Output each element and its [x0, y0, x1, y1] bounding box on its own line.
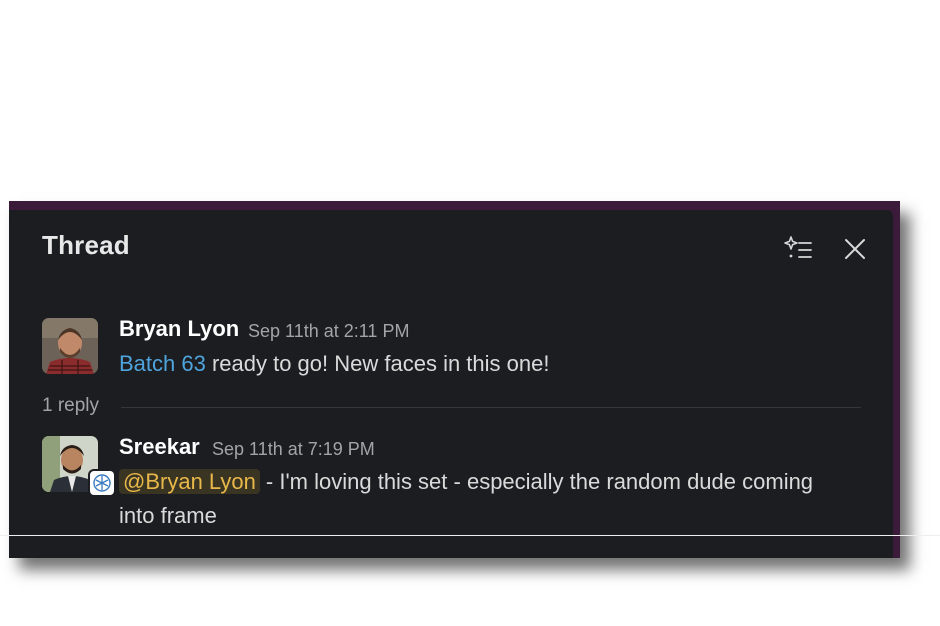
thread-panel: Thread Bryan Lyon Sep 11th at 2:11 PM Ba… [9, 210, 893, 558]
author-name[interactable]: Sreekar [119, 434, 200, 460]
message-timestamp[interactable]: Sep 11th at 7:19 PM [212, 439, 375, 460]
reply-count: 1 reply [42, 395, 100, 416]
author-name[interactable]: Bryan Lyon [119, 316, 239, 342]
bryan-avatar-image [42, 318, 98, 374]
sparkle-list-icon[interactable] [783, 234, 813, 264]
close-icon[interactable] [840, 234, 870, 264]
replies-divider [121, 407, 861, 408]
batch-link[interactable]: Batch 63 [119, 351, 206, 376]
user-mention[interactable]: @Bryan Lyon [119, 469, 260, 494]
avatar[interactable] [42, 318, 98, 374]
message-text-line2: into frame [119, 503, 217, 528]
message-text: @Bryan Lyon - I'm loving this set - espe… [119, 465, 813, 499]
message-text-rest: ready to go! New faces in this one! [205, 351, 550, 376]
crop-line [0, 535, 940, 536]
message-text: Batch 63 ready to go! New faces in this … [119, 347, 549, 381]
thread-title: Thread [42, 230, 130, 260]
message-timestamp[interactable]: Sep 11th at 2:11 PM [248, 321, 409, 342]
app-badge-icon [88, 469, 116, 497]
message-text-line1: - I'm loving this set - especially the r… [259, 469, 814, 494]
